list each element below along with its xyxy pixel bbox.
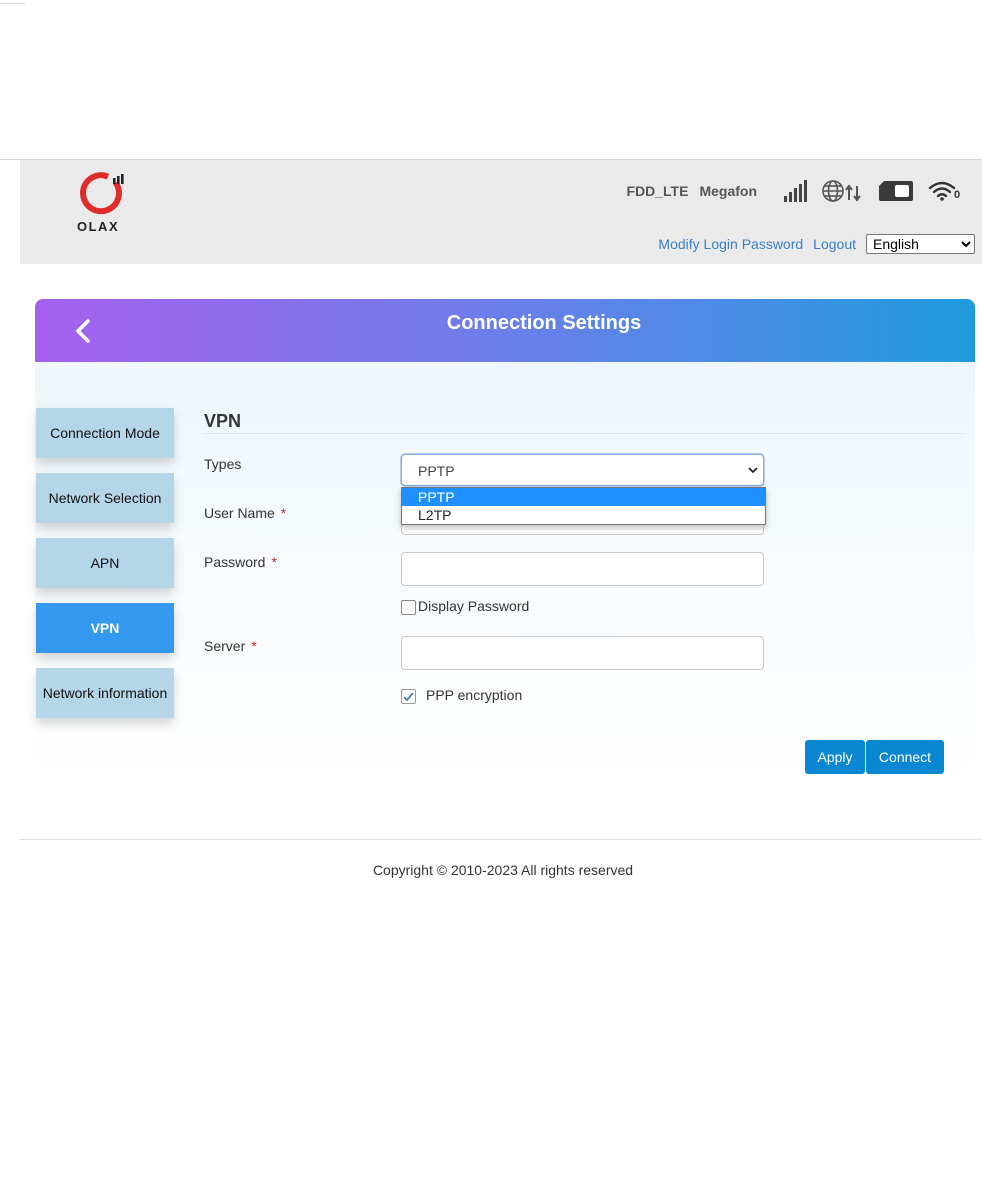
password-label-text: Password [204,554,266,570]
sidebar-item-vpn[interactable]: VPN [36,603,174,653]
corner-mark [0,3,25,4]
username-label-text: User Name [204,505,275,521]
ppp-encryption-checkbox[interactable] [401,689,416,704]
page-title: Connection Settings [446,312,642,334]
server-label-text: Server [204,638,246,654]
types-label: Types [204,456,242,472]
sidebar-item-network-information[interactable]: Network information [36,668,174,718]
section-title: VPN [204,411,242,431]
battery-icon [879,181,913,201]
types-option-l2tp[interactable]: L2TP [402,506,765,524]
logout-link[interactable]: Logout [813,236,856,252]
password-input[interactable] [401,552,764,586]
globe-data-icon [822,180,861,202]
top-header: OLAX FDD_LTE Megafon 0 Modify Login Pass… [20,160,982,264]
network-type-label: FDD_LTE [626,183,689,199]
header-links: Modify Login Password Logout English [658,234,975,254]
wifi-icon [928,181,956,201]
section-divider [204,433,964,434]
server-label: Server * [204,638,257,654]
checkmark-icon [403,692,414,702]
server-input[interactable] [401,636,764,670]
wifi-client-count: 0 [954,189,961,201]
apply-button[interactable]: Apply [805,740,865,774]
types-select-value: PPTP [418,463,455,479]
copyright-text: Copyright © 2010-2023 All rights reserve… [372,862,634,878]
display-password-checkbox[interactable] [401,600,416,615]
sidebar-item-connection-mode[interactable]: Connection Mode [36,408,174,458]
modify-login-password-link[interactable]: Modify Login Password [658,236,803,252]
operator-label: Megafon [699,183,757,199]
username-label: User Name * [204,505,286,521]
required-marker: * [271,554,277,570]
ppp-encryption-label: PPP encryption [426,687,523,703]
footer-divider [20,839,982,840]
wifi-status: 0 [928,179,960,203]
page-banner: Connection Settings [35,299,975,362]
required-marker: * [280,505,287,521]
globe-icon [822,180,844,202]
password-label: Password * [204,554,277,570]
chevron-down-icon [748,467,758,474]
required-marker: * [251,638,257,654]
types-option-pptp[interactable]: PPTP [402,488,765,506]
signal-strength-icon [784,180,807,202]
sidebar-item-apn[interactable]: APN [36,538,174,588]
language-select[interactable]: English [866,234,975,254]
types-dropdown-list: PPTP L2TP [401,487,766,525]
sidebar-item-network-selection[interactable]: Network Selection [36,473,174,523]
display-password-label: Display Password [418,598,530,614]
svg-text:OLAX: OLAX [77,219,119,234]
connect-button[interactable]: Connect [866,740,944,774]
status-bar: FDD_LTE Megafon 0 [626,176,960,206]
types-select[interactable]: PPTP [401,454,764,486]
data-transfer-icon [845,184,861,202]
olax-logo: OLAX [77,172,124,234]
